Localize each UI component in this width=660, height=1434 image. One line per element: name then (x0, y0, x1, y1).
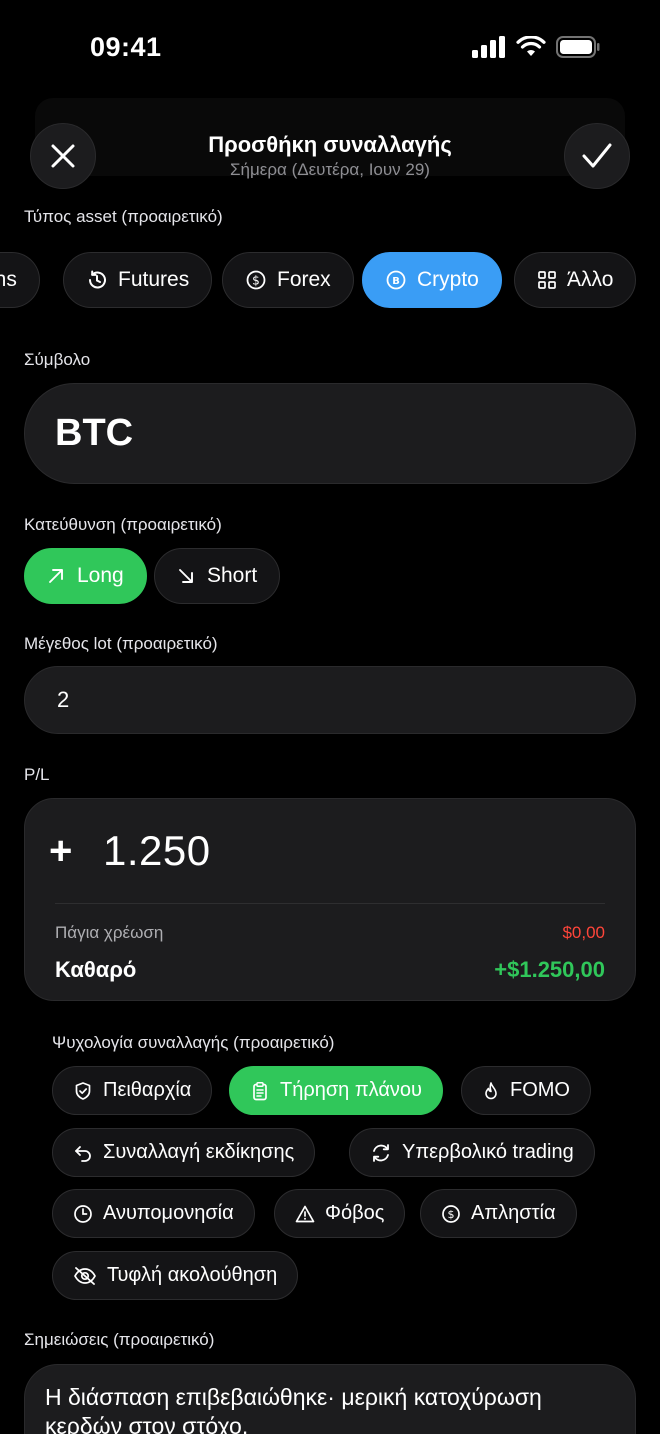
psy-chip-label: Συναλλαγή εκδίκησης (103, 1141, 295, 1163)
psy-chip-label: Φόβος (325, 1202, 385, 1224)
asset-chip-other[interactable]: Άλλο (514, 252, 637, 308)
status-icons (472, 36, 600, 58)
asset-chip-label: Forex (277, 268, 331, 291)
long-label: Long (77, 564, 124, 587)
direction-label: Κατεύθυνση (προαιρετικό) (24, 515, 222, 534)
pl-sign-toggle[interactable]: + (49, 829, 72, 874)
fee-label: Πάγια χρέωση (55, 923, 164, 942)
asset-chip-label: Futures (118, 268, 190, 291)
psy-chip-label: Τήρηση πλάνου (280, 1079, 422, 1101)
clock-icon (73, 1204, 93, 1224)
fee-value: $0,00 (562, 923, 605, 942)
psy-chip-plan[interactable]: Τήρηση πλάνου (229, 1066, 443, 1115)
net-label: Καθαρό (55, 957, 137, 982)
psy-chip-label: FOMO (510, 1079, 570, 1101)
dollar-icon: $ (441, 1204, 461, 1224)
psy-chip-label: Πειθαρχία (103, 1079, 192, 1101)
asset-chip-label: ons (0, 268, 17, 291)
pl-label: P/L (24, 765, 50, 784)
checkmark-icon (582, 143, 612, 169)
status-bar: 09:41 (0, 0, 660, 96)
psy-chip-label: Απληστία (471, 1202, 556, 1224)
status-time: 09:41 (90, 32, 162, 62)
asset-chip-crypto[interactable]: B Crypto (362, 252, 502, 308)
arrow-down-right-icon (177, 567, 195, 585)
arrow-up-right-icon (47, 567, 65, 585)
refresh-icon (370, 1142, 392, 1164)
psy-chip-overtrading[interactable]: Υπερβολικό trading (349, 1128, 595, 1177)
asset-chip-options[interactable]: ons (0, 252, 40, 308)
shield-icon (73, 1081, 93, 1101)
pl-card: + 1.250 Πάγια χρέωση $0,00 Καθαρό +$1.25… (24, 798, 636, 1001)
asset-chip-futures[interactable]: Futures (63, 252, 213, 308)
pl-amount-input[interactable]: 1.250 (103, 827, 211, 875)
psy-chip-revenge[interactable]: Συναλλαγή εκδίκησης (52, 1128, 316, 1177)
warning-icon (295, 1204, 315, 1224)
history-icon (86, 269, 108, 291)
eye-off-icon (73, 1266, 97, 1286)
psy-chip-fomo[interactable]: FOMO (461, 1066, 591, 1115)
psy-chip-fear[interactable]: Φόβος (274, 1189, 406, 1238)
psy-chip-discipline[interactable]: Πειθαρχία (52, 1066, 213, 1115)
svg-text:$: $ (252, 274, 260, 288)
psy-chip-label: Υπερβολικό trading (402, 1141, 574, 1163)
grid-icon (537, 270, 557, 290)
svg-text:B: B (392, 276, 400, 287)
psy-chip-label: Ανυπομονησία (103, 1202, 234, 1224)
notes-textarea[interactable]: Η διάσπαση επιβεβαιώθηκε· μερική κατοχύρ… (24, 1364, 636, 1434)
asset-chip-label: Άλλο (567, 268, 614, 291)
svg-text:$: $ (448, 1208, 455, 1221)
page-subtitle: Σήμερα (Δευτέρα, Ιουν 29) (230, 160, 430, 179)
cellular-signal-icon (472, 36, 506, 58)
symbol-label: Σύμβολο (24, 350, 91, 369)
wifi-icon (516, 36, 546, 58)
asset-type-chips: ons Futures $ Forex B Crypto Άλλο (0, 252, 660, 308)
psy-chip-impatience[interactable]: Ανυπομονησία (52, 1189, 255, 1238)
notes-label: Σημειώσεις (προαιρετικό) (24, 1330, 215, 1349)
psy-chip-label: Τυφλή ακολούθηση (107, 1264, 278, 1286)
confirm-button[interactable] (564, 123, 630, 189)
psychology-label: Ψυχολογία συναλλαγής (προαιρετικό) (52, 1033, 335, 1052)
header: Προσθήκη συναλλαγής Σήμερα (Δευτέρα, Ιου… (0, 96, 660, 206)
undo-icon (73, 1143, 93, 1163)
clipboard-icon (250, 1081, 270, 1101)
battery-icon (556, 36, 600, 58)
asset-chip-label: Crypto (417, 268, 479, 291)
asset-type-label: Τύπος asset (προαιρετικό) (24, 207, 223, 226)
lot-size-input[interactable]: 2 (24, 666, 636, 734)
page-title: Προσθήκη συναλλαγής (208, 132, 452, 157)
flame-icon (482, 1081, 500, 1101)
dollar-icon: $ (245, 269, 267, 291)
short-button[interactable]: Short (154, 548, 281, 604)
short-label: Short (207, 564, 258, 587)
lot-size-label: Μέγεθος lot (προαιρετικό) (24, 634, 218, 653)
bitcoin-icon: B (385, 269, 407, 291)
psy-chip-herd[interactable]: Τυφλή ακολούθηση (52, 1251, 299, 1300)
psy-chip-greed[interactable]: $ Απληστία (420, 1189, 577, 1238)
long-button[interactable]: Long (24, 548, 147, 604)
asset-chip-forex[interactable]: $ Forex (222, 252, 354, 308)
divider (55, 903, 605, 904)
symbol-input[interactable]: BTC (24, 383, 636, 484)
net-value: +$1.250,00 (494, 957, 605, 982)
